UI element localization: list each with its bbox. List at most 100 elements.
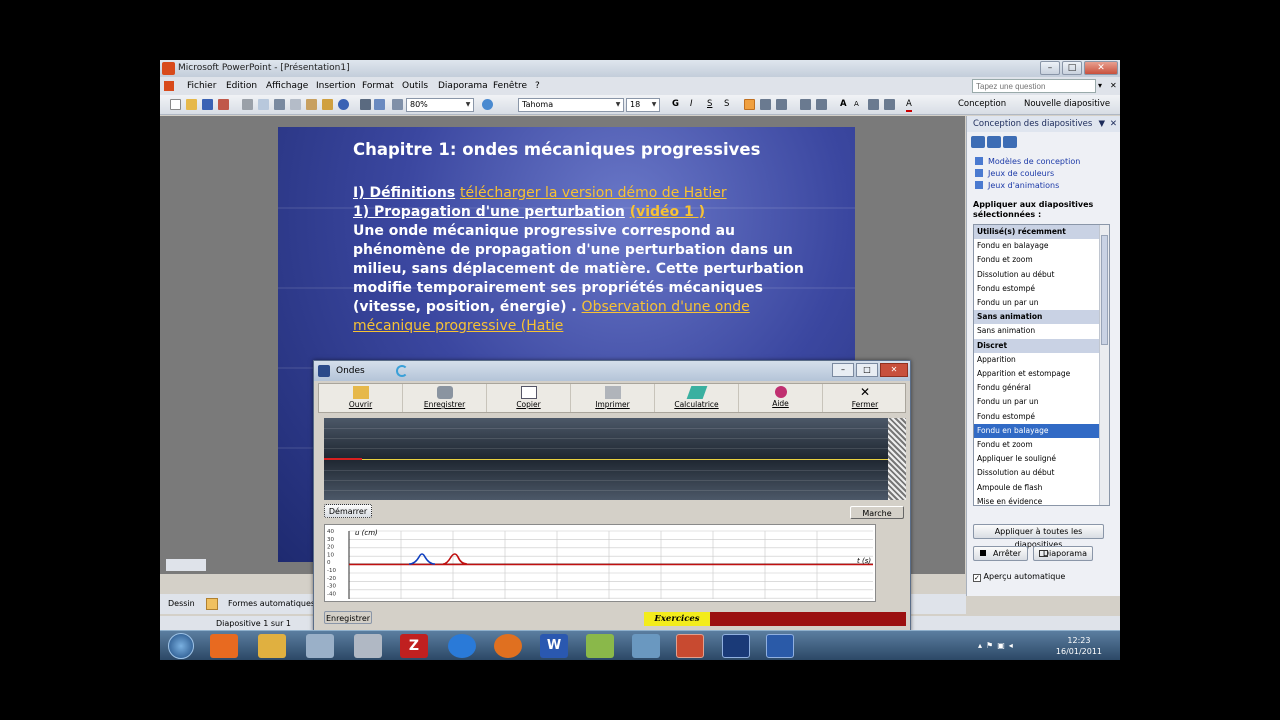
network-icon[interactable] bbox=[632, 634, 660, 658]
forward-icon[interactable] bbox=[987, 136, 1001, 148]
internet-explorer-icon[interactable] bbox=[448, 634, 476, 658]
grow-font-icon[interactable]: A bbox=[840, 99, 847, 110]
filezilla-icon[interactable]: Z bbox=[400, 634, 428, 658]
save-tool[interactable]: Enregistrer bbox=[403, 384, 487, 412]
apply-all-button[interactable]: Appliquer à toutes les diapositives bbox=[973, 524, 1104, 549]
help-icon[interactable] bbox=[482, 99, 493, 110]
close-button[interactable]: ✕ bbox=[1084, 61, 1118, 75]
save-graph-button[interactable]: Enregistrer bbox=[324, 611, 372, 624]
start-orb[interactable] bbox=[168, 633, 194, 659]
ondes-taskbar-icon[interactable] bbox=[722, 634, 750, 658]
format-painter-icon[interactable] bbox=[322, 99, 333, 110]
list-scrollbar[interactable] bbox=[1099, 225, 1109, 505]
calculator-icon[interactable] bbox=[354, 634, 382, 658]
list-item[interactable]: Ampoule de flash bbox=[974, 481, 1100, 495]
bullets-icon[interactable] bbox=[816, 99, 827, 110]
align-right-icon[interactable] bbox=[776, 99, 787, 110]
conception-button[interactable]: Conception bbox=[946, 99, 1006, 110]
list-item[interactable]: Fondu et zoom bbox=[974, 253, 1100, 267]
permission-icon[interactable] bbox=[218, 99, 229, 110]
menu-format[interactable]: Format bbox=[362, 77, 394, 95]
save-icon[interactable] bbox=[202, 99, 213, 110]
open-icon[interactable] bbox=[186, 99, 197, 110]
undo-icon[interactable] bbox=[338, 99, 349, 110]
section-heading[interactable]: I) Définitions télécharger la version dé… bbox=[353, 185, 727, 201]
exercises-tab[interactable]: Exercices bbox=[644, 612, 710, 626]
list-item[interactable]: Dissolution au début bbox=[974, 268, 1100, 282]
task-pane-close-icon[interactable]: ✕ bbox=[1110, 116, 1117, 132]
table-icon[interactable] bbox=[374, 99, 385, 110]
calculator-tool[interactable]: Calculatrice bbox=[655, 384, 739, 412]
copy-tool[interactable]: Copier bbox=[487, 384, 571, 412]
ondes-close-button[interactable]: ✕ bbox=[880, 363, 908, 377]
design-templates-link[interactable]: Modèles de conception bbox=[975, 157, 1080, 166]
ask-question-input[interactable] bbox=[972, 79, 1096, 93]
list-item[interactable]: Apparition et estompage bbox=[974, 367, 1100, 381]
preview-icon[interactable] bbox=[258, 99, 269, 110]
open-tool[interactable]: Ouvrir bbox=[319, 384, 403, 412]
menu-edition[interactable]: Edition bbox=[226, 77, 257, 95]
menu-insertion[interactable]: Insertion bbox=[316, 77, 356, 95]
list-item[interactable]: Fondu général bbox=[974, 381, 1100, 395]
menu-fenetre[interactable]: Fenêtre bbox=[493, 77, 527, 95]
chart-icon[interactable] bbox=[360, 99, 371, 110]
list-item[interactable]: Dissolution au début bbox=[974, 466, 1100, 480]
shadow-button[interactable]: S bbox=[724, 99, 729, 110]
tool-icon[interactable] bbox=[586, 634, 614, 658]
list-item[interactable]: Fondu estompé bbox=[974, 410, 1100, 424]
menu-outils[interactable]: Outils bbox=[402, 77, 428, 95]
list-item[interactable]: Appliquer le souligné bbox=[974, 452, 1100, 466]
list-item[interactable]: Fondu en balayage bbox=[974, 239, 1100, 253]
paint-icon[interactable] bbox=[306, 634, 334, 658]
new-icon[interactable] bbox=[170, 99, 181, 110]
ask-dropdown-icon[interactable]: ▾ bbox=[1098, 77, 1102, 95]
back-icon[interactable] bbox=[971, 136, 985, 148]
zoom-select[interactable]: 80% ▼ bbox=[406, 98, 474, 112]
subsection-heading[interactable]: 1) Propagation d'une perturbation (vidéo… bbox=[353, 204, 705, 220]
animation-schemes-link[interactable]: Jeux d'animations bbox=[975, 181, 1059, 190]
menu-affichage[interactable]: Affichage bbox=[266, 77, 308, 95]
numbering-icon[interactable] bbox=[800, 99, 811, 110]
select-objects-icon[interactable] bbox=[206, 598, 218, 610]
menu-diaporama[interactable]: Diaporama bbox=[438, 77, 488, 95]
align-left-icon[interactable] bbox=[744, 99, 755, 110]
slide-title[interactable]: Chapitre 1: ondes mécaniques progressive… bbox=[353, 140, 760, 159]
print-tool[interactable]: Imprimer bbox=[571, 384, 655, 412]
close-tool[interactable]: ✕ Fermer bbox=[823, 384, 907, 412]
color-schemes-link[interactable]: Jeux de couleurs bbox=[975, 169, 1054, 178]
underline-button[interactable]: S bbox=[707, 99, 712, 110]
powerpoint-taskbar-icon[interactable] bbox=[676, 634, 704, 658]
menu-fichier[interactable]: Fichier bbox=[187, 77, 216, 95]
animation-list[interactable]: Utilisé(s) récemment Fondu en balayage Fon… bbox=[973, 224, 1110, 506]
doc-close-icon[interactable]: ✕ bbox=[1110, 77, 1117, 95]
view-buttons[interactable] bbox=[166, 559, 206, 571]
slideshow-button[interactable]: Diaporama bbox=[1033, 546, 1093, 561]
list-item[interactable]: Mise en évidence bbox=[974, 495, 1100, 505]
help-tool[interactable]: Aide bbox=[739, 384, 823, 412]
shrink-font-icon[interactable]: A bbox=[854, 99, 859, 110]
list-item[interactable]: Fondu en balayage bbox=[974, 423, 1100, 438]
list-item[interactable]: Fondu un par un bbox=[974, 395, 1100, 409]
ondes-window[interactable]: Ondes – □ ✕ Ouvrir Enregistrer Copier Im… bbox=[313, 360, 911, 632]
list-item[interactable]: Fondu un par un bbox=[974, 296, 1100, 310]
autoshapes-menu[interactable]: Formes automatiques bbox=[228, 594, 315, 614]
observation-link[interactable]: Observation d'une onde bbox=[582, 299, 750, 315]
minimize-button[interactable]: – bbox=[1040, 61, 1060, 75]
start-button[interactable]: Démarrer bbox=[324, 504, 372, 518]
word-icon[interactable]: W bbox=[540, 634, 568, 658]
app-taskbar-icon[interactable] bbox=[766, 634, 794, 658]
system-clock[interactable]: 12:23 16/01/2011 bbox=[1056, 635, 1102, 657]
task-pane-dropdown-icon[interactable]: ▼ bbox=[1098, 116, 1105, 132]
media-player-icon[interactable] bbox=[210, 634, 238, 658]
stop-button[interactable]: Arrêter bbox=[973, 546, 1028, 561]
font-color-icon[interactable]: A bbox=[906, 99, 912, 112]
copy-icon[interactable] bbox=[290, 99, 301, 110]
draw-menu[interactable]: Dessin bbox=[168, 594, 195, 614]
list-item[interactable]: Apparition bbox=[974, 353, 1100, 367]
menu-help[interactable]: ? bbox=[535, 77, 540, 95]
ondes-minimize-button[interactable]: – bbox=[832, 363, 854, 377]
list-item[interactable]: Fondu et zoom bbox=[974, 438, 1100, 452]
tray-icons[interactable]: ▴⚑▣◂ bbox=[978, 641, 1017, 650]
list-item[interactable]: Fondu estompé bbox=[974, 282, 1100, 296]
font-size-select[interactable]: 18 ▼ bbox=[626, 98, 660, 112]
